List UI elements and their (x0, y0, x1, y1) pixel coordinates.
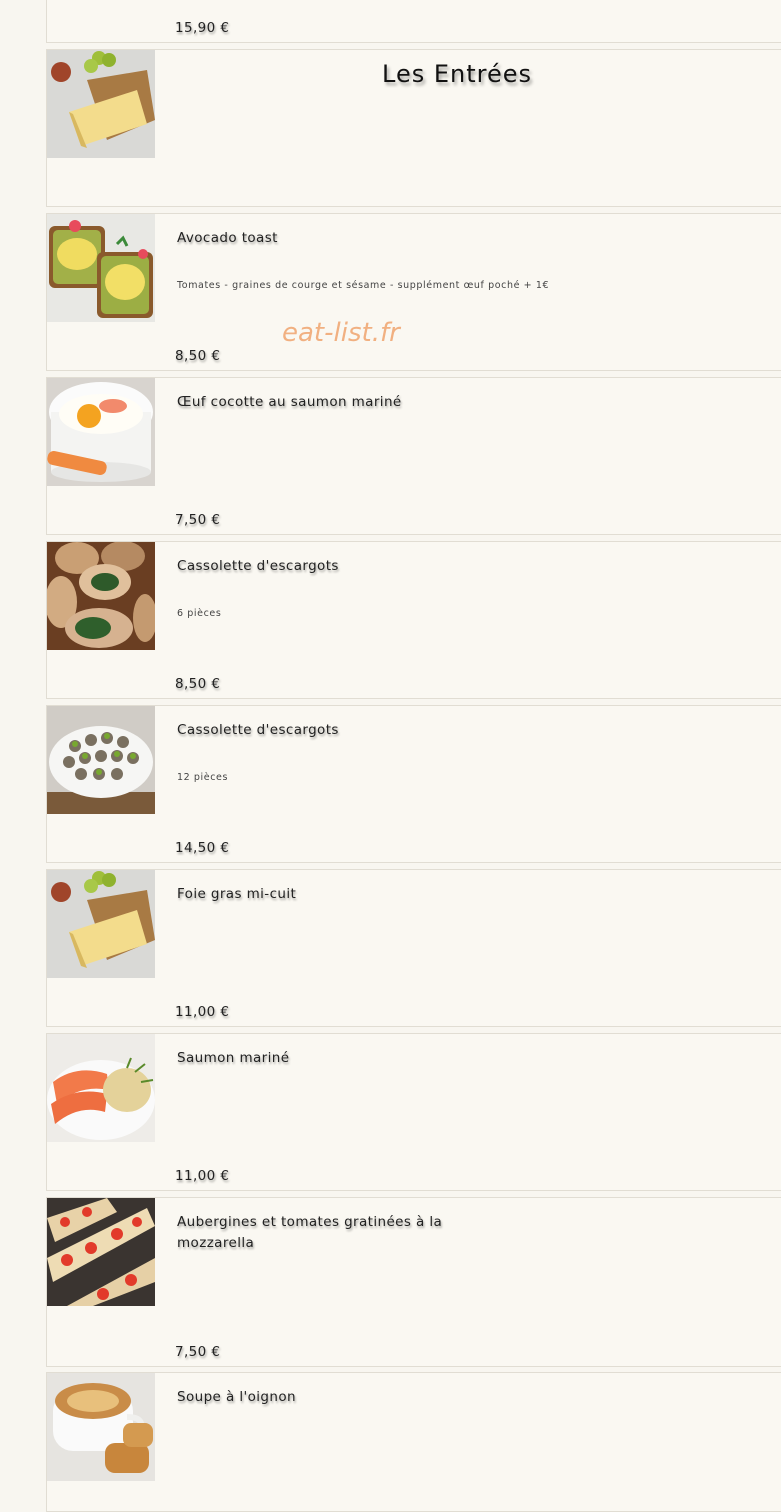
menu-item-name: Saumon mariné (177, 1050, 290, 1066)
menu-item-card[interactable]: Foie gras mi-cuit 11,00 € (46, 869, 781, 1027)
aubergines-image (47, 1198, 155, 1306)
foie-gras-image (47, 870, 155, 978)
menu-item-description: 6 pièces (177, 608, 222, 619)
menu-item-description: 12 pièces (177, 772, 229, 783)
section-title: Les Entrées (382, 60, 533, 88)
section-image (47, 50, 155, 158)
menu-item-price: 15,90 € (175, 20, 230, 36)
menu-item-card[interactable]: Saumon mariné 11,00 € (46, 1033, 781, 1191)
oeuf-cocotte-image (47, 378, 155, 486)
menu-item-name: Œuf cocotte au saumon mariné (177, 394, 402, 410)
menu-item-image (47, 1373, 155, 1481)
section-header: Les Entrées (46, 49, 781, 207)
menu-item-name: Cassolette d'escargots (177, 558, 339, 574)
menu-item-image (47, 1198, 155, 1306)
menu-item-card[interactable]: Soupe à l'oignon (46, 1372, 781, 1512)
saumon-image (47, 1034, 155, 1142)
menu-item-price: 14,50 € (175, 840, 230, 856)
menu-item-name: Soupe à l'oignon (177, 1389, 296, 1405)
menu-item-card[interactable]: Aubergines et tomates gratinées à la moz… (46, 1197, 781, 1367)
menu-item-card[interactable]: Avocado toast Tomates - graines de courg… (46, 213, 781, 371)
menu-item-price: 8,50 € (175, 348, 221, 364)
menu-item-image (47, 706, 155, 814)
menu-item-image (47, 1034, 155, 1142)
menu-item-price: 7,50 € (175, 1344, 221, 1360)
menu-item-name: Cassolette d'escargots (177, 722, 339, 738)
menu-item-name: Avocado toast (177, 230, 278, 246)
watermark: eat-list.fr (282, 318, 400, 348)
menu-item-image (47, 542, 155, 650)
menu-item-name: Aubergines et tomates gratinées à la moz… (177, 1214, 443, 1251)
avocado-toast-image (47, 214, 155, 322)
soupe-oignon-image (47, 1373, 155, 1481)
menu-item-price: 11,00 € (175, 1004, 230, 1020)
menu-item-price: 7,50 € (175, 512, 221, 528)
menu-page: 15,90 € Les Entrées Avocado toast Tomate… (0, 0, 781, 1512)
menu-item-image (47, 870, 155, 978)
foie-gras-image (47, 50, 155, 158)
menu-item-card[interactable]: Œuf cocotte au saumon mariné 7,50 € (46, 377, 781, 535)
menu-item-card[interactable]: Cassolette d'escargots 12 pièces 14,50 € (46, 705, 781, 863)
menu-item-name: Foie gras mi-cuit (177, 886, 297, 902)
menu-item-price: 11,00 € (175, 1168, 230, 1184)
menu-item-image (47, 214, 155, 322)
menu-item-card[interactable]: Cassolette d'escargots 6 pièces 8,50 € (46, 541, 781, 699)
escargots-image (47, 542, 155, 650)
menu-item-image (47, 378, 155, 486)
menu-item-description: Tomates - graines de courge et sésame - … (177, 280, 550, 291)
escargots-plate-image (47, 706, 155, 814)
menu-item-price: 8,50 € (175, 676, 221, 692)
menu-item-card: 15,90 € (46, 0, 781, 43)
